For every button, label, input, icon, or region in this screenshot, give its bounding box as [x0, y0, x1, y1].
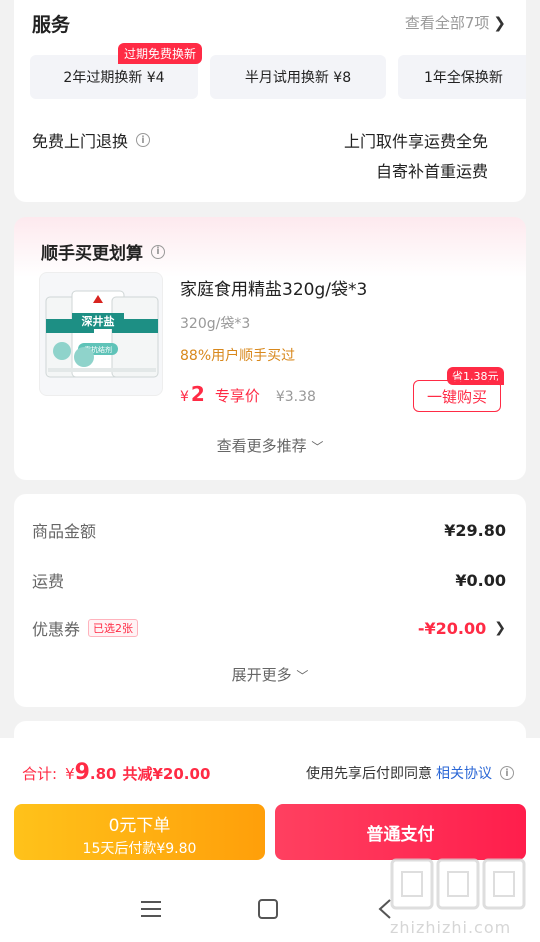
normal-pay-button[interactable]: 普通支付: [275, 804, 526, 860]
goods-amount-value: ¥29.80: [444, 520, 506, 540]
amount-card: 商品金额 ¥29.80 运费 ¥0.00 优惠券 已选2张 -¥20.00 ❯ …: [14, 494, 526, 707]
service-title: 服务: [32, 14, 71, 36]
agreement-prefix: 使用先享后付即同意: [306, 766, 432, 782]
total-symbol: ¥: [65, 765, 75, 783]
home-square-icon[interactable]: [253, 894, 283, 924]
info-icon[interactable]: i: [500, 766, 514, 780]
addon-card: 顺手买更划算 i 深井盐 零抗结剂 家庭食用精盐320g/袋*3 320g/袋*…: [14, 217, 526, 480]
price-label: 专享价: [214, 387, 260, 405]
goods-amount-row: 商品金额 ¥29.80: [32, 518, 506, 542]
shipping-row: 运费 ¥0.00: [32, 568, 506, 592]
chevron-right-icon: ❯: [494, 620, 506, 636]
zero-yuan-order-button[interactable]: 0元下单 15天后付款¥9.80: [14, 804, 265, 860]
coupon-row[interactable]: 优惠券 已选2张 -¥20.00 ❯: [32, 616, 506, 640]
product-image[interactable]: 深井盐 零抗结剂: [39, 272, 163, 396]
one-click-buy-button[interactable]: 一键购买: [413, 380, 501, 412]
chevron-down-icon: ﹀: [296, 669, 309, 683]
menu-icon[interactable]: [136, 894, 166, 924]
original-price: ¥3.38: [275, 389, 316, 405]
free-return-line-2: 自寄补首重运费: [375, 162, 488, 181]
service-chip-halfmonth[interactable]: 半月试用换新 ¥8: [210, 55, 386, 99]
coupon-value-group: -¥20.00 ❯: [418, 619, 506, 638]
watermark: zhizhizhi.com: [390, 858, 530, 937]
svg-text:深井盐: 深井盐: [82, 314, 115, 328]
service-chip-row: 2年过期换新 ¥4 半月试用换新 ¥8 1年全保换新: [30, 55, 526, 99]
total-amount: 合计: ¥ 9 .80 共减¥20.00: [22, 760, 210, 785]
free-return-text: 免费上门退换: [32, 132, 129, 151]
info-icon[interactable]: i: [151, 244, 165, 259]
price-value: 2: [190, 382, 205, 406]
price-symbol: ¥: [180, 389, 189, 405]
product-name[interactable]: 家庭食用精盐320g/袋*3: [180, 275, 367, 300]
zero-order-title: 0元下单: [108, 816, 171, 836]
service-chip-1yr[interactable]: 1年全保换新: [398, 55, 526, 99]
bottom-bar: 合计: ¥ 9 .80 共减¥20.00 使用先享后付即同意 相关协议 i 0元…: [0, 738, 540, 942]
total-reduction: 共减¥20.00: [122, 765, 211, 783]
total-integer: 9: [74, 760, 90, 785]
agreement-text: 使用先享后付即同意 相关协议 i: [306, 763, 514, 783]
coupon-selected-badge: 已选2张: [88, 619, 139, 637]
more-recommendations-link[interactable]: 查看更多推荐 ﹀: [14, 435, 526, 456]
shipping-value: ¥0.00: [455, 570, 506, 590]
agreement-link[interactable]: 相关协议: [436, 763, 492, 783]
coupon-label: 优惠券: [32, 620, 81, 639]
chevron-down-icon: ﹀: [311, 440, 324, 454]
expand-more-label: 展开更多: [231, 666, 292, 684]
view-all-services-link[interactable]: 查看全部7项 ❯: [405, 12, 506, 33]
addon-title-text: 顺手买更划算: [41, 244, 143, 264]
salt-bag-image: 深井盐 零抗结剂: [45, 290, 159, 378]
total-label: 合计:: [22, 765, 58, 783]
info-icon[interactable]: i: [136, 133, 151, 147]
goods-amount-label: 商品金额: [32, 522, 97, 541]
product-buy-rate: 88%用户顺手买过: [180, 348, 296, 364]
product-spec: 320g/袋*3: [180, 316, 251, 332]
expand-more-link[interactable]: 展开更多 ﹀: [14, 664, 526, 685]
free-return-line-1: 上门取件享运费全免: [343, 132, 488, 151]
addon-title: 顺手买更划算 i: [41, 239, 165, 264]
service-card: 服务 查看全部7项 ❯ 过期免费换新 2年过期换新 ¥4 半月试用换新 ¥8 1年…: [14, 0, 526, 202]
watermark-url: zhizhizhi.com: [390, 918, 512, 937]
watermark-logo: [390, 858, 526, 910]
free-return-label: 免费上门退换 i: [32, 128, 151, 152]
more-recommendations-label: 查看更多推荐: [216, 437, 307, 455]
product-price: ¥ 2 专享价 ¥3.38: [180, 382, 316, 406]
total-decimal: .80: [89, 765, 117, 783]
chevron-right-icon: ❯: [493, 14, 506, 32]
view-all-label: 查看全部7项: [404, 14, 490, 32]
chip-tag-badge: 过期免费换新: [118, 43, 203, 64]
coupon-label-group: 优惠券 已选2张: [32, 616, 139, 640]
zero-order-subtitle: 15天后付款¥9.80: [82, 841, 197, 857]
shipping-label: 运费: [32, 572, 65, 591]
coupon-value: -¥20.00: [417, 618, 487, 638]
